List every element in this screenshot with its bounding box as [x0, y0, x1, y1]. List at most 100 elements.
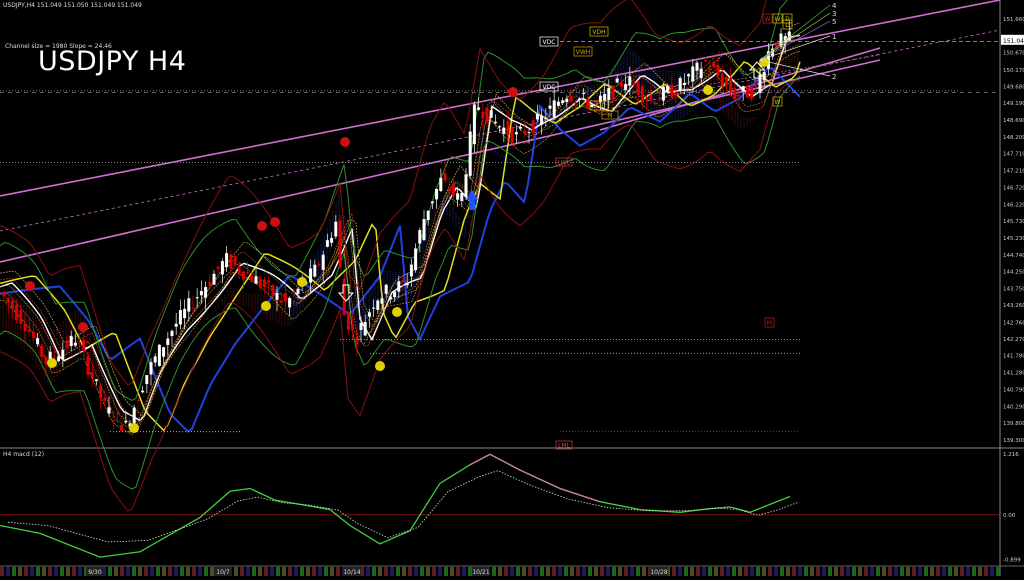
candle-body	[61, 349, 65, 360]
time-axis-tick	[834, 567, 838, 576]
candle-body	[418, 230, 422, 244]
candle-body	[750, 87, 754, 99]
fractal-marker-yellow	[129, 423, 139, 433]
time-axis-tick	[438, 567, 442, 576]
candle-body	[321, 254, 325, 270]
candle-body	[661, 86, 665, 101]
price-tick-label: 140.290	[1003, 404, 1024, 410]
candle-body	[447, 188, 451, 192]
candle-body	[645, 99, 649, 101]
candle-body	[82, 339, 86, 351]
candle-body	[178, 310, 182, 325]
price-chart: VDCVDHVWHVDCVDLW W DWDMLWLLMLM43512151.660…	[0, 0, 1024, 576]
level-box-label: VDC	[543, 39, 556, 46]
candle-body	[19, 309, 23, 324]
time-axis-tick	[276, 567, 280, 576]
candle-body	[149, 362, 153, 375]
fib-label: 1	[832, 33, 836, 41]
time-axis-tick	[108, 567, 112, 576]
candle-body	[498, 126, 502, 128]
candle-body	[531, 120, 535, 134]
candle-body	[514, 132, 518, 135]
time-axis-tick	[294, 567, 298, 576]
price-tick-label: 144.740	[1003, 253, 1024, 259]
fractal-marker-yellow	[261, 301, 271, 311]
time-axis-tick	[996, 567, 1000, 576]
candle-body	[527, 132, 531, 134]
candle-body	[577, 98, 581, 100]
price-tick-label: 139.300	[1003, 438, 1024, 444]
candle-body	[544, 117, 548, 119]
date-label: 9/30	[88, 569, 102, 576]
candle-body	[632, 82, 636, 86]
candle-body	[111, 420, 115, 422]
price-tick-label: 141.780	[1003, 354, 1024, 360]
macd-label: H4 macd (12)	[3, 451, 45, 458]
price-tick-label: 148.690	[1003, 118, 1024, 124]
time-axis-tick	[144, 567, 148, 576]
time-axis-tick	[78, 567, 82, 576]
candle-body	[107, 407, 111, 414]
time-axis-tick	[120, 567, 124, 576]
candle-body	[624, 84, 628, 90]
fib-label: 4	[832, 2, 837, 10]
candle-body	[565, 98, 569, 103]
time-axis-tick	[168, 567, 172, 576]
candle-body	[733, 88, 737, 100]
price-tick-label: 139.800	[1003, 421, 1024, 427]
candle-body	[124, 420, 128, 423]
macd-tick-label: 0.00	[1003, 513, 1016, 519]
price-tick-label: 144.250	[1003, 270, 1024, 276]
candle-body	[262, 279, 266, 287]
time-axis-tick	[540, 567, 544, 576]
candle-body	[292, 291, 296, 293]
time-axis-tick	[0, 567, 4, 576]
chart-title: USDJPY H4	[38, 46, 187, 77]
candle-body	[745, 85, 749, 98]
level-box-label: W	[765, 16, 771, 23]
candle-body	[510, 128, 514, 143]
time-axis-tick	[516, 567, 520, 576]
candle-body	[695, 62, 699, 71]
candle-body	[65, 340, 69, 348]
time-axis-tick	[126, 567, 130, 576]
time-axis-tick	[696, 567, 700, 576]
candle-body	[78, 342, 82, 344]
ribbon-ma	[0, 50, 801, 436]
candle-body	[258, 279, 262, 288]
time-axis-tick	[618, 567, 622, 576]
candle-body	[519, 126, 523, 129]
price-tick-label: 143.750	[1003, 287, 1024, 293]
time-axis-tick	[252, 567, 256, 576]
candle-body	[393, 291, 397, 298]
time-axis-tick	[192, 567, 196, 576]
time-axis-tick	[804, 567, 808, 576]
candle-body	[351, 324, 355, 329]
time-axis-tick	[330, 567, 334, 576]
candle-body	[397, 281, 401, 292]
time-axis-tick	[300, 567, 304, 576]
price-tick-label: 147.710	[1003, 152, 1024, 158]
time-axis-tick	[324, 567, 328, 576]
candle-body	[649, 95, 653, 100]
candle-body	[615, 78, 619, 83]
time-axis-tick	[684, 567, 688, 576]
time-axis-tick	[606, 567, 610, 576]
candle-body	[460, 192, 464, 202]
candle-body	[489, 110, 493, 118]
time-axis-tick	[936, 567, 940, 576]
candle-body	[2, 291, 6, 297]
candle-body	[296, 288, 300, 294]
time-axis-tick	[990, 567, 994, 576]
candle-body	[384, 284, 388, 294]
candle-body	[267, 280, 271, 283]
time-axis-tick	[900, 567, 904, 576]
time-axis-tick	[624, 567, 628, 576]
time-axis-tick	[924, 567, 928, 576]
candle-body	[691, 66, 695, 82]
time-axis-tick	[786, 567, 790, 576]
price-tick-label: 142.270	[1003, 337, 1024, 343]
time-axis-tick	[738, 567, 742, 576]
candle-body	[317, 264, 321, 266]
candle-body	[435, 188, 439, 200]
